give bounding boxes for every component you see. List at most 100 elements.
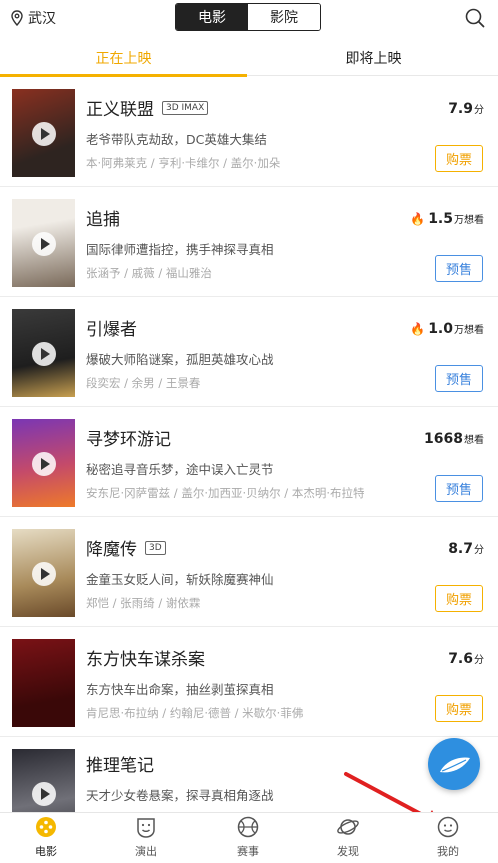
movie-row[interactable]: 引爆者 爆破大师陷谜案，孤胆英雄攻心战 段奕宏 / 余男 / 王景春 🔥 1.0 万… [0, 297, 498, 407]
score-unit: 万想看 [454, 325, 484, 336]
movie-title-wrap: 引爆者 [86, 315, 137, 340]
movie-description: 东方快车出命案，抽丝剥茧探真相 [86, 682, 274, 697]
movie-cast: 本·阿弗莱克 / 亨利·卡维尔 / 盖尔·加朵 [86, 156, 281, 170]
movie-title: 降魔传 [86, 540, 137, 560]
movie-title: 引爆者 [86, 320, 137, 340]
movie-wishlist-count: 🔥 1.5 万想看 [410, 211, 484, 227]
tab-coming-soon[interactable]: 即将上映 [249, 40, 498, 76]
presale-button[interactable]: 预售 [435, 365, 483, 392]
movie-score: 8.7 分 [448, 541, 484, 557]
buy-ticket-button[interactable]: 购票 [435, 145, 483, 172]
score-value: 1.5 [428, 211, 453, 227]
buy-ticket-button[interactable]: 购票 [435, 585, 483, 612]
movie-title: 推理笔记 [86, 756, 154, 776]
buy-ticket-button[interactable]: 购票 [435, 695, 483, 722]
show-icon [137, 818, 155, 838]
planet-icon [337, 819, 359, 835]
tab-now-playing[interactable]: 正在上映 [0, 40, 247, 76]
play-icon[interactable] [32, 452, 56, 476]
movie-wishlist-count: 1668 想看 [424, 431, 484, 447]
nav-sports[interactable]: 赛事 [198, 813, 298, 863]
city-name: 武汉 [28, 11, 56, 27]
play-icon[interactable] [32, 342, 56, 366]
play-icon[interactable] [32, 232, 56, 256]
movie-cast: 张涵予 / 戚薇 / 福山雅治 [86, 266, 212, 280]
score-unit: 想看 [464, 435, 484, 446]
score-value: 7.9 [448, 101, 473, 117]
nav-label: 电影 [35, 845, 57, 858]
play-icon[interactable] [32, 122, 56, 146]
movie-poster[interactable] [12, 199, 75, 287]
score-value: 1.0 [428, 321, 453, 337]
segment-movie[interactable]: 电影 [176, 4, 248, 30]
movie-poster[interactable] [12, 639, 75, 727]
nav-label: 发现 [337, 845, 359, 858]
movie-icon [36, 817, 56, 837]
score-unit: 分 [474, 105, 484, 116]
movie-cinema-switch: 电影 影院 [175, 3, 321, 31]
movie-title-wrap: 正义联盟 3D IMAX [86, 95, 209, 120]
movie-title: 追捕 [86, 210, 120, 230]
bottom-navigation: 电影 演出 赛事 发现 我的 [0, 812, 498, 863]
nav-discover[interactable]: 发现 [298, 813, 398, 863]
score-value: 8.7 [448, 541, 473, 557]
movie-wishlist-count: 🔥 1.0 万想看 [410, 321, 484, 337]
score-unit: 分 [474, 545, 484, 556]
sports-ball-icon [237, 816, 259, 838]
movie-poster[interactable] [12, 89, 75, 177]
movie-cast: 肯尼思·布拉纳 / 约翰尼·德普 / 米歇尔·菲佛 [86, 706, 304, 720]
nav-movie[interactable]: 电影 [0, 813, 96, 863]
movie-row[interactable]: 追捕 国际律师遭指控，携手神探寻真相 张涵予 / 戚薇 / 福山雅治 🔥 1.5 万… [0, 187, 498, 297]
nav-label: 我的 [437, 845, 459, 858]
nav-profile[interactable]: 我的 [398, 813, 498, 863]
movie-title: 东方快车谋杀案 [86, 650, 205, 670]
presale-button[interactable]: 预售 [435, 255, 483, 282]
movie-row[interactable]: 寻梦环游记 秘密追寻音乐梦，途中误入亡灵节 安东尼·冈萨雷兹 / 盖尔·加西亚·… [0, 407, 498, 517]
nav-show[interactable]: 演出 [96, 813, 196, 863]
fire-icon: 🔥 [410, 212, 426, 226]
movie-title: 寻梦环游记 [86, 430, 171, 450]
movie-description: 秘密追寻音乐梦，途中误入亡灵节 [86, 462, 274, 477]
movie-score: 7.9 分 [448, 101, 484, 117]
location-pin-icon [11, 10, 23, 26]
movie-row[interactable]: 东方快车谋杀案 东方快车出命案，抽丝剥茧探真相 肯尼思·布拉纳 / 约翰尼·德普… [0, 627, 498, 737]
movie-cast: 安东尼·冈萨雷兹 / 盖尔·加西亚·贝纳尔 / 本杰明·布拉特 [86, 486, 365, 500]
score-unit: 分 [474, 655, 484, 666]
movie-description: 金童玉女贬人间，斩妖除魔赛神仙 [86, 572, 274, 587]
movie-description: 爆破大师陷谜案，孤胆英雄攻心战 [86, 352, 274, 367]
score-unit: 万想看 [454, 215, 484, 226]
segment-cinema[interactable]: 影院 [248, 4, 320, 30]
movie-score: 7.6 分 [448, 651, 484, 667]
movie-title-wrap: 东方快车谋杀案 [86, 645, 205, 670]
movie-description: 国际律师遭指控，携手神探寻真相 [86, 242, 274, 257]
movie-description: 天才少女卷悬案，探寻真相角逐战 [86, 788, 274, 803]
movie-poster[interactable] [12, 529, 75, 617]
movie-row[interactable]: 降魔传 3D 金童玉女贬人间，斩妖除魔赛神仙 郑恺 / 张雨绮 / 谢依霖 8.… [0, 517, 498, 627]
movie-description: 老爷带队克劫敌，DC英雄大集结 [86, 132, 267, 147]
score-value: 1668 [424, 431, 463, 447]
play-icon[interactable] [32, 562, 56, 586]
movie-title-wrap: 推理笔记 [86, 751, 154, 776]
movie-title-wrap: 追捕 [86, 205, 120, 230]
movie-poster[interactable] [12, 309, 75, 397]
movie-row[interactable]: 正义联盟 3D IMAX 老爷带队克劫敌，DC英雄大集结 本·阿弗莱克 / 亨利… [0, 77, 498, 187]
nav-label: 赛事 [237, 845, 259, 858]
movie-title: 正义联盟 [86, 100, 154, 120]
nav-label: 演出 [135, 845, 157, 858]
movie-title-wrap: 降魔传 3D [86, 535, 166, 560]
search-icon[interactable] [464, 7, 486, 29]
profile-icon [437, 816, 459, 838]
format-tag: 3D [145, 540, 166, 555]
play-icon[interactable] [32, 782, 56, 806]
score-value: 7.6 [448, 651, 473, 667]
format-tag: 3D IMAX [162, 100, 209, 115]
movie-cast: 郑恺 / 张雨绮 / 谢依霖 [86, 596, 201, 610]
presale-button[interactable]: 预售 [435, 475, 483, 502]
city-selector[interactable]: 武汉 [10, 8, 56, 28]
sub-tabs: 正在上映 即将上映 [0, 40, 498, 77]
movie-cast: 段奕宏 / 余男 / 王景春 [86, 376, 201, 390]
movie-title-wrap: 寻梦环游记 [86, 425, 171, 450]
movie-poster[interactable] [12, 419, 75, 507]
fire-icon: 🔥 [410, 322, 426, 336]
top-bar: 武汉 电影 影院 [0, 0, 498, 38]
